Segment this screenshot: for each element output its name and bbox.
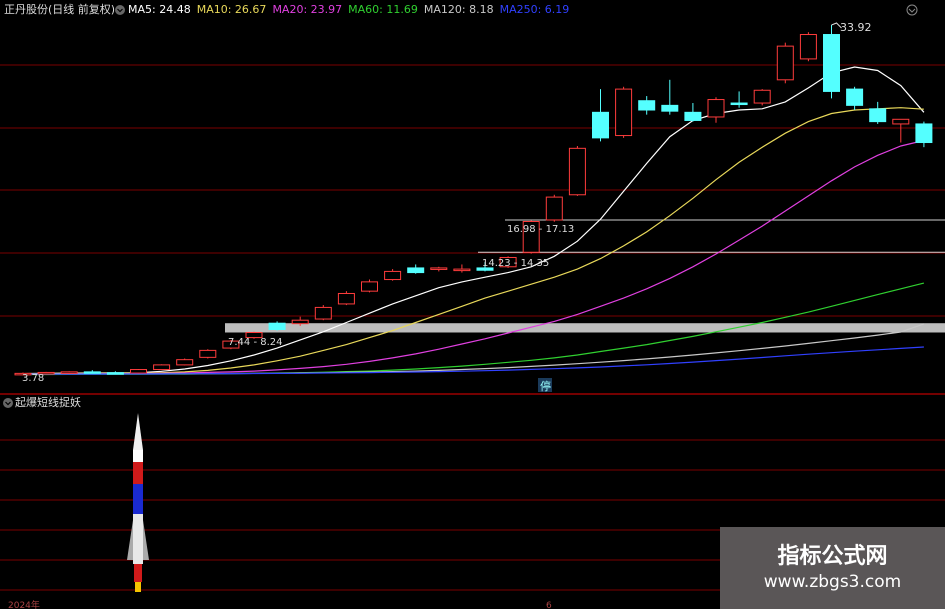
candle-body [730, 102, 748, 106]
rocket-body [133, 450, 143, 462]
candle-body [707, 99, 725, 118]
zone-label-1: 7.44 - 8.24 [228, 337, 283, 348]
candle-body [568, 147, 586, 196]
candle-body [430, 267, 448, 270]
candle-body [846, 88, 864, 106]
stock-title: 正丹股份(日线 前复权) [4, 3, 116, 16]
rocket-body [133, 484, 143, 514]
ma-legend-item: MA60: 11.69 [348, 3, 418, 16]
candle-body [592, 111, 609, 139]
candle-body [199, 349, 217, 358]
ma-legend-item: MA10: 26.67 [196, 3, 267, 16]
ma-line-ma20 [23, 139, 925, 375]
rocket-flame [134, 564, 142, 582]
settings-icon[interactable] [906, 4, 918, 16]
candle-body [153, 364, 171, 371]
zone-label-3: 16.98 - 17.13 [507, 224, 574, 235]
rocket-nose [133, 413, 143, 450]
zone-label-2: 14.23 - 14.35 [482, 258, 549, 269]
candle-body [638, 100, 656, 111]
rocket-body [133, 462, 143, 484]
high-label: 33.92 [840, 21, 872, 34]
candle-body [869, 108, 887, 123]
sub-dropdown-icon[interactable] [3, 398, 13, 408]
candle-body [799, 34, 817, 60]
limit-marker: 停 [540, 379, 551, 393]
watermark: 指标公式网 www.zbgs3.com [720, 527, 945, 609]
watermark-line1: 指标公式网 [777, 544, 888, 569]
ma-legend-item: MA120: 8.18 [423, 3, 494, 16]
axis-month-label: 6 [546, 601, 552, 609]
rocket-flame [135, 582, 141, 592]
candle-body [83, 371, 101, 374]
ma-line-ma10 [22, 107, 924, 375]
low-label: 3.78 [22, 373, 44, 384]
rocket-fin [143, 520, 149, 560]
candle-body [268, 322, 286, 330]
ma-legend-item: MA250: 6.19 [499, 3, 570, 16]
ma-legend: MA5: 24.48 MA10: 26.67 MA20: 23.97 MA60: 11… [128, 3, 575, 17]
candle-body [684, 111, 702, 121]
candle-body [291, 319, 309, 325]
candle-body [130, 369, 147, 374]
candle-body [915, 123, 933, 144]
candle-body [753, 89, 771, 104]
candle-body [776, 45, 794, 81]
candle-body [661, 104, 679, 112]
axis-year-label: 2024年 [8, 599, 40, 609]
ma-legend-item: MA20: 23.97 [272, 3, 343, 16]
candle-body [407, 267, 425, 274]
rocket-body [133, 514, 143, 564]
candle-body [176, 359, 194, 366]
dropdown-icon[interactable] [115, 5, 125, 15]
watermark-line2: www.zbgs3.com [763, 572, 902, 592]
rocket-fin [127, 520, 133, 560]
candle-body [615, 88, 633, 137]
stock-chart: 33.92 3.78 7.44 - 8.24 14.23 - 14.35 16.… [0, 4, 945, 609]
ma-line-ma250 [22, 346, 924, 375]
candle-body [60, 371, 78, 374]
candle-body [823, 34, 840, 92]
candle-body [314, 306, 332, 320]
candles [14, 22, 933, 376]
candle-body [106, 372, 124, 375]
ma-legend-item: MA5: 24.48 [128, 3, 191, 16]
candle-body [545, 196, 563, 221]
candle-body [384, 270, 402, 281]
candle-body [892, 118, 910, 125]
settings-icon-chevron [908, 8, 916, 13]
candle-body [361, 281, 378, 292]
candle-body [453, 268, 471, 272]
candle-body [337, 292, 355, 305]
sub-panel-title: 起爆短线捉妖 [15, 396, 81, 409]
